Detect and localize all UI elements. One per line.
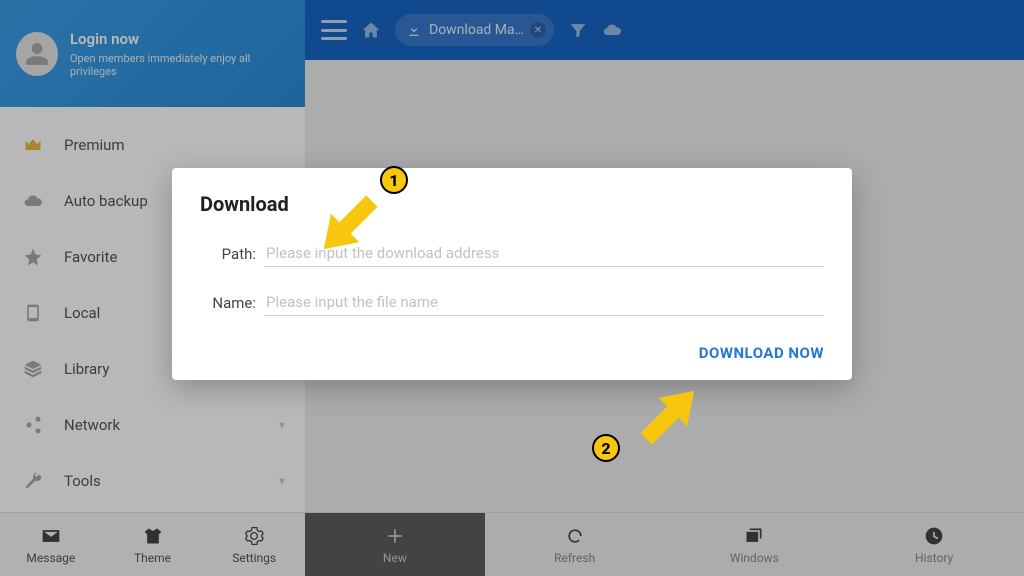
name-input[interactable] — [264, 289, 824, 316]
download-dialog: Download Path: Name: DOWNLOAD NOW — [172, 168, 852, 380]
name-label: Name: — [200, 294, 256, 316]
path-label: Path: — [200, 245, 256, 267]
download-now-button[interactable]: DOWNLOAD NOW — [699, 344, 824, 362]
path-input[interactable] — [264, 240, 824, 267]
dialog-title: Download — [200, 192, 824, 216]
